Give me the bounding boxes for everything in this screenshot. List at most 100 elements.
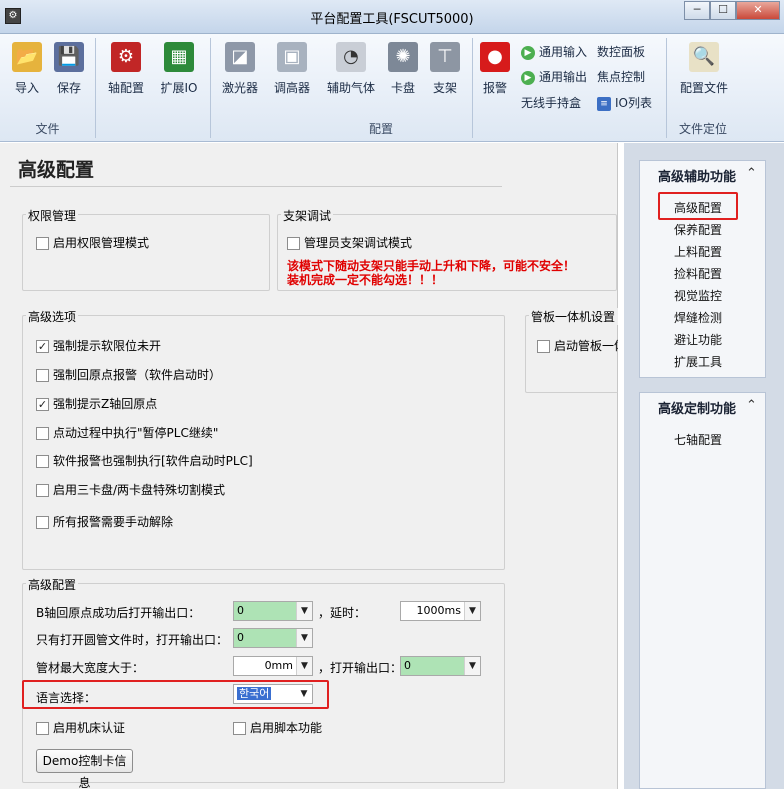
chuck-icon: ✺ bbox=[388, 42, 418, 72]
chevron-down-icon[interactable]: ▼ bbox=[296, 602, 312, 620]
option-checkbox[interactable]: 点动过程中执行"暂停PLC继续" bbox=[36, 424, 218, 441]
chevron-down-icon[interactable]: ▼ bbox=[296, 629, 312, 647]
permission-group-title: 权限管理 bbox=[26, 207, 79, 224]
tube-plate-group bbox=[525, 315, 618, 393]
side-item-advanced-config[interactable]: 高级配置 bbox=[659, 199, 737, 216]
collapse-icon[interactable]: ⌃ bbox=[746, 398, 757, 413]
side-item-seventh-axis[interactable]: 七轴配置 bbox=[659, 431, 737, 448]
demo-card-info-button[interactable]: Demo控制卡信息 bbox=[36, 749, 133, 789]
height-controller-icon: ▣ bbox=[277, 42, 307, 72]
language-label: 语言选择： bbox=[36, 691, 97, 705]
delay-spinbox[interactable]: 1000ms ▼ bbox=[400, 601, 481, 621]
arrow-right-icon: ▶ bbox=[521, 70, 535, 85]
checkbox-box[interactable] bbox=[287, 237, 300, 250]
alarm-light-icon: ● bbox=[480, 42, 510, 72]
max-width-spinbox[interactable]: 0mm ▼ bbox=[233, 656, 313, 676]
config-file-button[interactable]: 🔍 配置文件 bbox=[676, 42, 732, 96]
axis-config-button[interactable]: ⚙ 轴配置 bbox=[99, 42, 153, 96]
window-title: 平台配置工具(FSCUT5000) bbox=[310, 12, 474, 27]
max-width-label: 管材最大宽度大于： bbox=[36, 661, 145, 675]
laser-icon: ◪ bbox=[225, 42, 255, 72]
option-checkbox[interactable]: 软件报警也强制执行[软件启动时PLC] bbox=[36, 452, 253, 469]
checkbox-box[interactable]: ✓ bbox=[36, 398, 49, 411]
io-list-button[interactable]: ≡ IO列表 bbox=[597, 94, 652, 112]
minimize-button[interactable]: ─ bbox=[684, 1, 710, 20]
checkbox-box[interactable] bbox=[36, 237, 49, 250]
side-item-weld-seam[interactable]: 焊缝检测 bbox=[659, 309, 737, 326]
round-tube-output-select[interactable]: 0 ▼ bbox=[233, 628, 313, 648]
b-axis-output-select[interactable]: 0 ▼ bbox=[233, 601, 313, 621]
general-output-button[interactable]: ▶ 通用输出 bbox=[521, 68, 587, 86]
aux-functions-header[interactable]: 高级辅助功能 bbox=[658, 166, 736, 185]
custom-functions-header[interactable]: 高级定制功能 bbox=[658, 398, 736, 417]
folder-icon: 📂 bbox=[12, 42, 42, 72]
focus-control-button[interactable]: 焦点控制 bbox=[597, 68, 645, 86]
locate-group-label: 文件定位 bbox=[678, 122, 727, 136]
file-group-label: 文件 bbox=[35, 122, 60, 136]
support-debug-group-title: 支架调试 bbox=[281, 207, 334, 224]
maximize-button[interactable]: ☐ bbox=[710, 1, 736, 20]
permission-group bbox=[22, 214, 270, 291]
config-group-label: 配置 bbox=[368, 122, 393, 136]
side-item-vision[interactable]: 视觉监控 bbox=[659, 287, 737, 304]
list-icon: ≡ bbox=[597, 96, 611, 111]
delay-label: ，延时： bbox=[318, 606, 367, 620]
tube-plate-group-title: 管板一体机设置 bbox=[529, 308, 618, 325]
io-board-icon: ▦ bbox=[164, 42, 194, 72]
file-search-icon: 🔍 bbox=[689, 42, 719, 72]
option-checkbox[interactable]: 所有报警需要手动解除 bbox=[36, 513, 173, 530]
admin-support-debug-checkbox[interactable]: 管理员支架调试模式 bbox=[287, 234, 412, 251]
side-item-loading[interactable]: 上料配置 bbox=[659, 243, 737, 260]
option-checkbox[interactable]: 强制回原点报警（软件启动时） bbox=[36, 366, 221, 383]
custom-functions-panel bbox=[639, 392, 766, 789]
ext-io-button[interactable]: ▦ 扩展IO bbox=[152, 42, 206, 96]
gauge-icon: ◔ bbox=[336, 42, 366, 72]
save-button[interactable]: 💾 保存 bbox=[42, 42, 96, 96]
nc-panel-button[interactable]: 数控面板 bbox=[597, 43, 645, 61]
advanced-options-title: 高级选项 bbox=[26, 308, 79, 325]
support-button[interactable]: ⊤ 支架 bbox=[418, 42, 472, 96]
aux-gas-button[interactable]: ◔ 辅助气体 bbox=[322, 42, 380, 96]
checkbox-box[interactable] bbox=[36, 484, 49, 497]
checkbox-box[interactable]: ✓ bbox=[36, 340, 49, 353]
side-item-maintenance[interactable]: 保养配置 bbox=[659, 221, 737, 238]
alarm-button[interactable]: ● 报警 bbox=[468, 42, 522, 96]
collapse-icon[interactable]: ⌃ bbox=[746, 166, 757, 181]
checkbox-box[interactable] bbox=[36, 516, 49, 529]
tube-plate-checkbox[interactable]: 启动管板一体 bbox=[537, 337, 618, 354]
width-output-label: ，打开输出口： bbox=[318, 661, 403, 675]
laser-button[interactable]: ◪ 激光器 bbox=[213, 42, 267, 96]
option-checkbox[interactable]: ✓ 强制提示软限位未开 bbox=[36, 337, 161, 354]
arrow-right-icon: ▶ bbox=[521, 45, 535, 60]
spin-arrow-icon[interactable]: ▼ bbox=[296, 657, 312, 675]
checkbox-box[interactable] bbox=[36, 722, 49, 735]
width-output-select[interactable]: 0 ▼ bbox=[400, 656, 481, 676]
title-divider bbox=[10, 186, 502, 187]
checkbox-box[interactable] bbox=[537, 340, 550, 353]
option-checkbox[interactable]: ✓ 强制提示Z轴回原点 bbox=[36, 395, 157, 412]
height-controller-button[interactable]: ▣ 调高器 bbox=[265, 42, 319, 96]
checkbox-box[interactable] bbox=[36, 369, 49, 382]
side-item-picking[interactable]: 捡料配置 bbox=[659, 265, 737, 282]
side-item-ext-tools[interactable]: 扩展工具 bbox=[659, 353, 737, 370]
close-button[interactable]: ✕ bbox=[736, 1, 780, 20]
chevron-down-icon[interactable]: ▼ bbox=[464, 657, 480, 675]
wireless-handbox-button[interactable]: 无线手持盒 bbox=[521, 94, 581, 112]
language-select[interactable]: 한국어 ▼ bbox=[233, 684, 313, 704]
permission-mode-checkbox[interactable]: 启用权限管理模式 bbox=[36, 234, 149, 251]
advanced-config-title: 高级配置 bbox=[26, 576, 79, 593]
side-item-avoidance[interactable]: 避让功能 bbox=[659, 331, 737, 348]
round-tube-output-label: 只有打开圆管文件时，打开输出口： bbox=[36, 633, 229, 647]
spin-arrow-icon[interactable]: ▼ bbox=[464, 602, 480, 620]
option-checkbox[interactable]: 启用三卡盘/两卡盘特殊切割模式 bbox=[36, 481, 225, 498]
checkbox-box[interactable] bbox=[36, 427, 49, 440]
floppy-icon: 💾 bbox=[54, 42, 84, 72]
checkbox-box[interactable] bbox=[36, 455, 49, 468]
script-function-checkbox[interactable]: 启用脚本功能 bbox=[233, 719, 322, 736]
support-icon: ⊤ bbox=[430, 42, 460, 72]
chevron-down-icon[interactable]: ▼ bbox=[296, 685, 312, 703]
machine-auth-checkbox[interactable]: 启用机床认证 bbox=[36, 719, 125, 736]
general-input-button[interactable]: ▶ 通用输入 bbox=[521, 43, 587, 61]
checkbox-box[interactable] bbox=[233, 722, 246, 735]
b-axis-output-label: B轴回原点成功后打开输出口： bbox=[36, 606, 201, 620]
